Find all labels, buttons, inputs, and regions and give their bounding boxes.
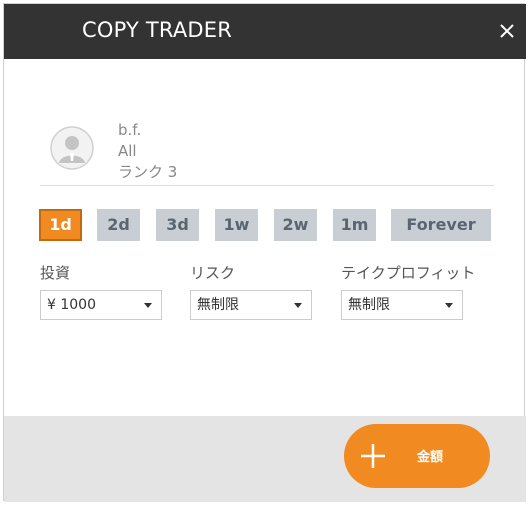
take-profit-field: テイクプロフィット 無制限 [341,262,476,320]
amount-button[interactable]: 金額 [344,424,490,488]
trader-info: b.f. All ランク 3 [118,120,177,183]
amount-label: 金額 [417,450,444,465]
take-profit-value: 無制限 [348,297,390,313]
risk-field: リスク 無制限 [190,262,312,320]
period-1m-button[interactable]: 1m [333,209,376,241]
trader-profile: b.f. All ランク 3 [40,74,494,186]
risk-value: 無制限 [197,297,239,313]
period-3d-button[interactable]: 3d [156,209,199,241]
trader-name: b.f. [118,121,142,139]
close-icon[interactable] [496,20,518,42]
plus-icon [358,441,388,471]
copy-trader-dialog: COPY TRADER b.f. All ランク 3 1d 2d 3d 1w 2… [3,3,526,502]
caret-down-icon [294,303,302,308]
risk-label: リスク [190,264,236,282]
trader-rank: ランク 3 [118,163,178,181]
period-2d-button[interactable]: 2d [97,209,140,241]
caret-down-icon [144,303,152,308]
investment-field: 投資 ¥ 1000 [40,262,162,320]
dialog-footer: 金額 [4,416,526,502]
investment-value: ¥ 1000 [47,297,96,313]
risk-select[interactable]: 無制限 [190,290,312,320]
period-1d-button[interactable]: 1d [39,209,82,241]
user-avatar-icon [50,126,94,170]
trader-category: All [118,142,137,160]
investment-label: 投資 [40,264,71,282]
investment-select[interactable]: ¥ 1000 [40,290,162,320]
take-profit-label: テイクプロフィット [341,264,476,282]
caret-down-icon [445,303,453,308]
period-forever-button[interactable]: Forever [391,209,491,241]
dialog-title: COPY TRADER [82,18,233,42]
period-2w-button[interactable]: 2w [274,209,317,241]
period-1w-button[interactable]: 1w [215,209,258,241]
dialog-header: COPY TRADER [4,4,526,59]
take-profit-select[interactable]: 無制限 [341,290,463,320]
